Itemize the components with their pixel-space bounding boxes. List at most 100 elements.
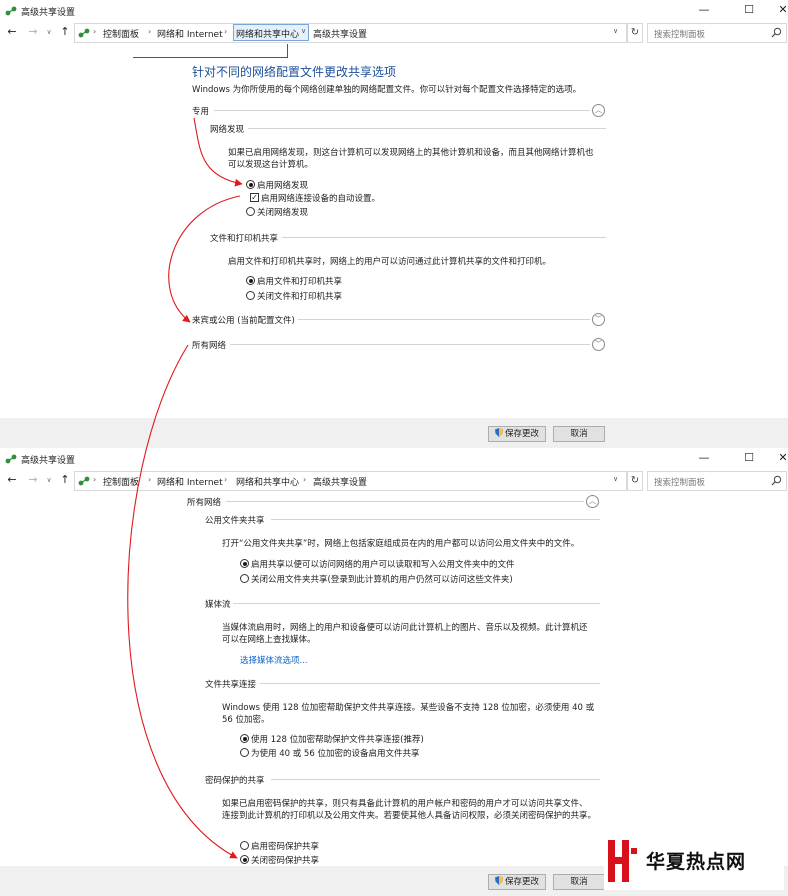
chevron-down-icon[interactable]: ﹀: [592, 313, 605, 326]
refresh-icon[interactable]: ↻: [627, 471, 643, 491]
chevron-down-icon[interactable]: ∨: [613, 27, 618, 35]
recent-dropdown-icon[interactable]: ∨: [42, 25, 56, 39]
chevron-right-icon[interactable]: ›: [224, 27, 227, 36]
cancel-button[interactable]: 取消: [553, 426, 605, 442]
chevron-up-icon[interactable]: ︿: [592, 104, 605, 117]
password-sharing-desc: 如果已启用密码保护的共享，则只有具备此计算机的用户帐户和密码的用户才可以访问共享…: [222, 799, 588, 809]
radio-enable-file-printer-sharing[interactable]: [246, 276, 255, 285]
forward-arrow-icon[interactable]: →: [26, 25, 40, 39]
radio-enable-password-sharing[interactable]: [240, 841, 249, 850]
divider: [233, 603, 600, 604]
profile-all-networks-label[interactable]: 所有网络: [192, 339, 226, 351]
enable-password-sharing-label[interactable]: 启用密码保护共享: [251, 840, 319, 852]
search-icon: [771, 27, 782, 38]
page-title: 针对不同的网络配置文件更改共享选项: [192, 65, 397, 79]
profile-guest-public-label[interactable]: 来宾或公用 (当前配置文件): [192, 314, 295, 326]
back-arrow-icon[interactable]: ←: [5, 473, 19, 487]
up-arrow-icon[interactable]: ↑: [58, 25, 72, 39]
back-arrow-icon[interactable]: ←: [5, 25, 19, 39]
chevron-right-icon: ›: [93, 475, 97, 484]
search-icon: [771, 475, 782, 486]
enable-network-discovery-label[interactable]: 启用网络发现: [257, 179, 308, 191]
close-button[interactable]: ✕: [766, 0, 788, 22]
chevron-down-icon[interactable]: ∨: [613, 475, 618, 483]
breadcrumb-advanced-sharing[interactable]: 高级共享设置: [313, 475, 367, 488]
disable-public-folder-label[interactable]: 关闭公用文件夹共享(登录到此计算机的用户仍然可以访问这些文件夹): [251, 573, 513, 585]
window-advanced-sharing-1: 高级共享设置 — ☐ ✕ ← → ∨ ↑ › 控制面板 › 网络和 Intern…: [0, 0, 788, 448]
media-streaming-options-link[interactable]: 选择媒体流选项...: [240, 654, 308, 666]
maximize-button[interactable]: ☐: [732, 448, 766, 470]
footer-bar: 保存更改 取消: [0, 418, 788, 448]
address-bar[interactable]: › 控制面板 › 网络和 Internet › 网络和共享中心 ∨ 高级共享设置…: [74, 23, 627, 43]
chevron-down-icon[interactable]: ﹀: [592, 338, 605, 351]
encryption-128-label[interactable]: 使用 128 位加密帮助保护文件共享连接(推荐): [251, 733, 424, 745]
network-sharing-icon: [5, 454, 17, 464]
enable-file-printer-label[interactable]: 启用文件和打印机共享: [257, 275, 342, 287]
network-discovery-desc: 如果已启用网络发现，则这台计算机可以发现网络上的其他计算机和设备，而且其他网络计…: [228, 148, 594, 158]
divider: [226, 501, 584, 502]
chevron-down-icon[interactable]: ∨: [301, 27, 306, 35]
password-sharing-desc-2: 连接到此计算机的打印机以及公用文件夹。若要使其他人具备访问权限，必须关闭密码保护…: [222, 811, 597, 821]
chevron-right-icon[interactable]: ›: [148, 475, 151, 484]
address-bar[interactable]: › 控制面板 › 网络和 Internet › 网络和共享中心 › 高级共享设置…: [74, 471, 627, 491]
public-folder-desc: 打开“公用文件夹共享”时，网络上包括家庭组成员在内的用户都可以访问公用文件夹中的…: [222, 539, 580, 549]
divider: [230, 344, 590, 345]
network-discovery-desc-2: 可以发现这台计算机。: [228, 160, 314, 170]
chevron-right-icon[interactable]: ›: [224, 475, 227, 484]
breadcrumb-network-internet[interactable]: 网络和 Internet: [157, 27, 223, 40]
network-sharing-icon: [78, 476, 90, 486]
breadcrumb-control-panel[interactable]: 控制面板: [103, 475, 139, 488]
breadcrumb-network-sharing-center[interactable]: 网络和共享中心: [236, 27, 299, 40]
breadcrumb-network-sharing-center[interactable]: 网络和共享中心: [236, 475, 299, 488]
radio-disable-public-folder-sharing[interactable]: [240, 574, 249, 583]
divider: [248, 128, 606, 129]
cancel-button[interactable]: 取消: [553, 874, 605, 890]
network-sharing-icon: [5, 6, 17, 16]
save-changes-button[interactable]: 保存更改: [488, 426, 546, 442]
search-placeholder: 搜索控制面板: [654, 478, 706, 488]
breadcrumb-control-panel[interactable]: 控制面板: [103, 27, 139, 40]
maximize-button[interactable]: ☐: [732, 0, 766, 22]
profile-all-networks-label[interactable]: 所有网络: [187, 496, 221, 508]
minimize-button[interactable]: —: [687, 448, 721, 470]
breadcrumb-advanced-sharing[interactable]: 高级共享设置: [313, 27, 367, 40]
breadcrumb-network-internet[interactable]: 网络和 Internet: [157, 475, 223, 488]
enable-public-folder-label[interactable]: 启用共享以便可以访问网络的用户可以读取和写入公用文件夹中的文件: [251, 558, 515, 570]
chevron-right-icon[interactable]: ›: [148, 27, 151, 36]
window-advanced-sharing-2: 高级共享设置 — ☐ ✕ ← → ∨ ↑ › 控制面板 › 网络和 Intern…: [0, 448, 788, 896]
disable-password-sharing-label[interactable]: 关闭密码保护共享: [251, 854, 319, 866]
radio-disable-network-discovery[interactable]: [246, 207, 255, 216]
uac-shield-icon: [494, 428, 503, 437]
network-discovery-title: 网络发现: [210, 125, 245, 135]
close-button[interactable]: ✕: [766, 448, 788, 470]
radio-enable-public-folder-sharing[interactable]: [240, 559, 249, 568]
disable-network-discovery-label[interactable]: 关闭网络发现: [257, 206, 308, 218]
search-input[interactable]: 搜索控制面板: [647, 471, 787, 491]
chevron-right-icon[interactable]: ›: [303, 475, 306, 484]
checkbox-auto-setup[interactable]: ✓: [250, 193, 259, 202]
chevron-up-icon[interactable]: ︿: [586, 495, 599, 508]
navigation-bar: ← → ∨ ↑ › 控制面板 › 网络和 Internet › 网络和共享中心 …: [0, 22, 788, 44]
radio-enable-network-discovery[interactable]: [246, 180, 255, 189]
radio-40-56-bit-encryption[interactable]: [240, 748, 249, 757]
encryption-40-56-label[interactable]: 为使用 40 或 56 位加密的设备启用文件共享: [251, 747, 419, 759]
forward-arrow-icon[interactable]: →: [26, 473, 40, 487]
refresh-icon[interactable]: ↻: [627, 23, 643, 43]
save-changes-button[interactable]: 保存更改: [488, 874, 546, 890]
radio-128-bit-encryption[interactable]: [240, 734, 249, 743]
password-protected-sharing-title: 密码保护的共享: [205, 776, 265, 786]
profile-private-label[interactable]: 专用: [192, 105, 209, 117]
radio-disable-password-sharing[interactable]: [240, 855, 249, 864]
chevron-right-icon: ›: [93, 27, 97, 36]
watermark: 华夏热点网: [604, 832, 784, 890]
up-arrow-icon[interactable]: ↑: [58, 473, 72, 487]
minimize-button[interactable]: —: [687, 0, 721, 22]
recent-dropdown-icon[interactable]: ∨: [42, 473, 56, 487]
file-sharing-connections-title: 文件共享连接: [205, 680, 257, 690]
search-input[interactable]: 搜索控制面板: [647, 23, 787, 43]
auto-setup-label[interactable]: 启用网络连接设备的自动设置。: [261, 192, 380, 204]
title-bar: 高级共享设置 — ☐ ✕: [0, 448, 788, 470]
disable-file-printer-label[interactable]: 关闭文件和打印机共享: [257, 290, 342, 302]
save-changes-label: 保存更改: [504, 429, 539, 439]
radio-disable-file-printer-sharing[interactable]: [246, 291, 255, 300]
